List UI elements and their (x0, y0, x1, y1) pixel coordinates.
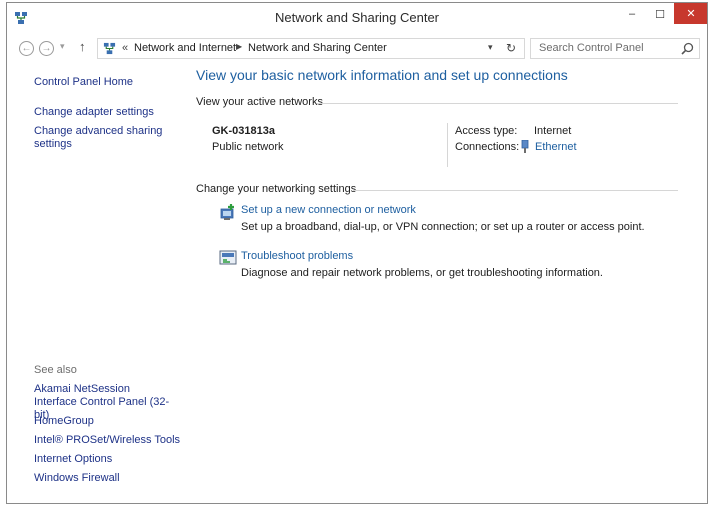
ethernet-connection-link[interactable]: Ethernet (535, 141, 577, 153)
window-title: Network and Sharing Center (274, 10, 440, 25)
access-type-label: Access type: (455, 125, 518, 137)
breadcrumb-network-and-internet[interactable]: Network and Internet (134, 42, 236, 54)
breadcrumb-chevron-icon[interactable]: ▶ (236, 42, 242, 51)
maximize-button[interactable]: ☐ (647, 3, 673, 25)
section-divider (317, 103, 678, 104)
network-category-link[interactable]: Public network (212, 141, 284, 153)
address-box[interactable]: « Network and Internet ▶ Network and Sha… (97, 38, 525, 59)
set-up-new-connection-description: Set up a broadband, dial-up, or VPN conn… (241, 221, 645, 233)
control-panel-window: Network and Sharing Center – ☐ ✕ ← → ▾ ↑… (6, 2, 708, 504)
close-button[interactable]: ✕ (674, 3, 707, 24)
up-button[interactable]: ↑ (79, 39, 86, 54)
address-dropdown-icon[interactable]: ▾ (488, 42, 493, 53)
new-connection-icon (220, 204, 234, 220)
title-bar: Network and Sharing Center – ☐ ✕ (7, 3, 707, 33)
troubleshoot-problems-link[interactable]: Troubleshoot problems (241, 250, 353, 262)
recent-locations-dropdown-icon[interactable]: ▾ (60, 41, 65, 52)
homegroup-link[interactable]: HomeGroup (34, 415, 94, 428)
breadcrumb-network-and-sharing-center[interactable]: Network and Sharing Center (248, 42, 387, 54)
troubleshoot-problems-description: Diagnose and repair network problems, or… (241, 267, 603, 279)
windows-firewall-link[interactable]: Windows Firewall (34, 472, 120, 485)
change-adapter-settings-link[interactable]: Change adapter settings (34, 106, 154, 119)
left-pane: Control Panel Home Change adapter settin… (7, 63, 187, 503)
troubleshoot-icon (219, 250, 237, 265)
set-up-new-connection-link[interactable]: Set up a new connection or network (241, 204, 416, 216)
refresh-icon[interactable]: ↻ (506, 41, 516, 55)
search-placeholder: Search Control Panel (539, 42, 644, 54)
control-panel-icon (103, 42, 116, 55)
main-pane: View your basic network information and … (196, 63, 706, 503)
connections-label: Connections: (455, 141, 520, 153)
ethernet-icon (521, 140, 529, 153)
change-settings-header: Change your networking settings (196, 183, 357, 195)
change-advanced-sharing-settings-link[interactable]: Change advanced sharing settings (34, 125, 164, 151)
page-title: View your basic network information and … (196, 67, 568, 83)
address-bar-row: ← → ▾ ↑ « Network and Internet ▶ Network… (7, 35, 707, 61)
minimize-button[interactable]: – (619, 3, 645, 25)
search-input[interactable]: Search Control Panel (530, 38, 700, 59)
intel-proset-wireless-link[interactable]: Intel® PROSet/Wireless Tools (34, 434, 180, 447)
network-divider (447, 123, 448, 167)
active-networks-header: View your active networks (196, 96, 323, 108)
network-name: GK-031813a (212, 125, 275, 137)
control-panel-home-link[interactable]: Control Panel Home (34, 76, 133, 89)
internet-options-link[interactable]: Internet Options (34, 453, 112, 466)
forward-button[interactable]: → (39, 41, 54, 56)
access-type-value: Internet (534, 125, 572, 137)
back-button[interactable]: ← (19, 41, 34, 56)
breadcrumb-overflow[interactable]: « (122, 42, 128, 54)
search-icon[interactable] (681, 42, 694, 55)
section-divider (353, 190, 678, 191)
see-also-header: See also (34, 364, 77, 376)
